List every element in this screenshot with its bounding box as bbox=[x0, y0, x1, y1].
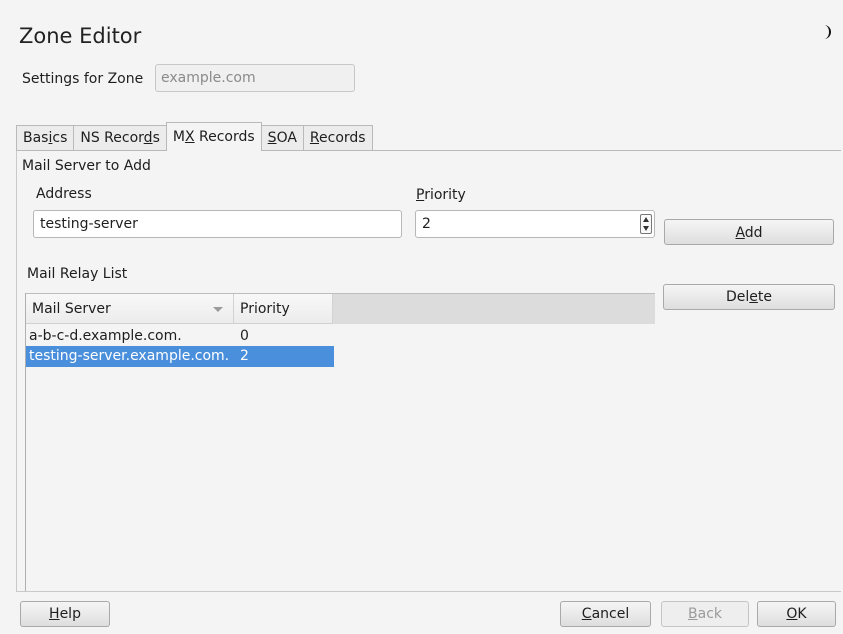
tab-mx-records[interactable]: MX Records bbox=[165, 122, 262, 151]
table-row[interactable]: a-b-c-d.example.com. 0 bbox=[26, 326, 334, 347]
moon-icon[interactable] bbox=[820, 24, 834, 40]
tab-bar: Basics NS Records MX Records SOA Records bbox=[16, 122, 373, 151]
tab-records[interactable]: Records bbox=[302, 125, 373, 151]
column-header-priority[interactable]: Priority bbox=[234, 294, 333, 324]
address-label: Address bbox=[36, 186, 92, 202]
spin-down-icon[interactable] bbox=[643, 226, 649, 231]
section-label-mail-server: Mail Server to Add bbox=[22, 158, 151, 174]
spin-arrows-icon[interactable] bbox=[640, 214, 652, 234]
priority-label: Priority bbox=[416, 187, 466, 203]
priority-value: 2 bbox=[422, 216, 431, 232]
window-title: Zone Editor bbox=[19, 24, 142, 48]
priority-spinbox[interactable]: 2 bbox=[415, 210, 655, 238]
column-header-mail-server[interactable]: Mail Server bbox=[26, 294, 234, 324]
zone-input: example.com bbox=[155, 64, 355, 92]
sort-desc-icon bbox=[213, 307, 223, 312]
cell-mail-server: a-b-c-d.example.com. bbox=[29, 328, 182, 344]
tab-ns-records[interactable]: NS Records bbox=[73, 125, 167, 151]
cell-mail-server: testing-server.example.com. bbox=[29, 348, 230, 364]
spin-up-icon[interactable] bbox=[643, 217, 649, 222]
address-input[interactable]: testing-server bbox=[33, 210, 402, 238]
list-header: Mail Server Priority bbox=[26, 293, 655, 324]
add-button[interactable]: Add bbox=[664, 219, 834, 245]
help-button[interactable]: Help bbox=[20, 601, 110, 627]
delete-button[interactable]: Delete bbox=[663, 284, 835, 310]
table-row-selected[interactable]: testing-server.example.com. 2 bbox=[26, 346, 334, 367]
mail-relay-list[interactable]: Mail Server Priority a-b-c-d.example.com… bbox=[25, 293, 655, 591]
cancel-button[interactable]: Cancel bbox=[560, 601, 651, 627]
ok-button[interactable]: OK bbox=[757, 601, 836, 627]
tab-basics[interactable]: Basics bbox=[16, 125, 75, 151]
cell-priority: 2 bbox=[240, 348, 249, 364]
zone-label: Settings for Zone bbox=[22, 71, 144, 87]
cell-priority: 0 bbox=[240, 328, 249, 344]
back-button[interactable]: Back bbox=[661, 601, 749, 627]
tab-soa[interactable]: SOA bbox=[260, 125, 304, 151]
column-header-filler bbox=[333, 294, 655, 324]
mail-relay-list-label: Mail Relay List bbox=[27, 266, 128, 282]
